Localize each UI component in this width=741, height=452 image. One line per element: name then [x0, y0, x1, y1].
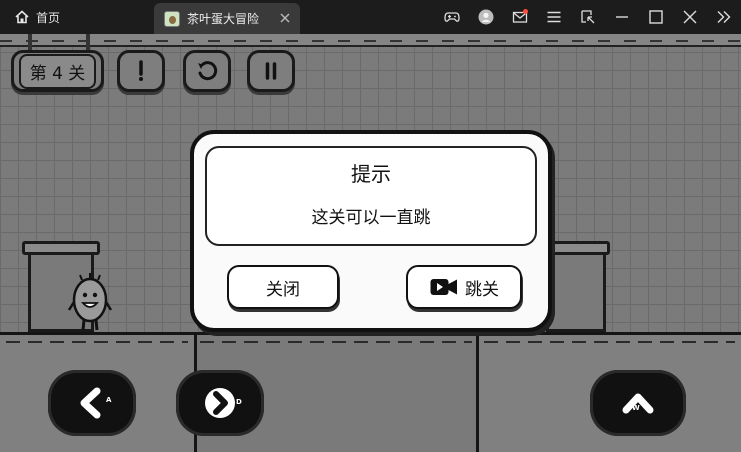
tab-close-icon[interactable]: [278, 11, 292, 25]
close-icon: [683, 10, 697, 24]
skip-button-label: 跳关: [465, 279, 499, 300]
avatar-icon: [478, 9, 494, 25]
left-key-hint: A: [106, 396, 112, 404]
close-button-label: 关闭: [266, 279, 300, 300]
home-tab[interactable]: 首页: [14, 0, 60, 34]
menu-button[interactable]: [537, 0, 571, 34]
minimize-icon: [616, 16, 628, 18]
game-tab-icon: [164, 10, 180, 27]
trash-bin: [546, 252, 606, 332]
game-tab-title: 茶叶蛋大冒险: [187, 12, 260, 26]
move-left-button[interactable]: A: [48, 370, 136, 436]
pause-button[interactable]: [247, 50, 295, 92]
sign-hanger: [86, 34, 90, 50]
exclamation-icon: [139, 60, 143, 81]
move-right-button[interactable]: D: [176, 370, 264, 436]
home-label: 首页: [36, 10, 61, 25]
ceiling: [0, 34, 741, 47]
window-titlebar: 首页 茶叶蛋大冒险: [0, 0, 741, 34]
pause-icon: [265, 62, 277, 80]
sign-hanger: [28, 34, 32, 50]
home-icon: [15, 10, 29, 24]
gamepad-button[interactable]: [435, 0, 469, 34]
account-button[interactable]: [469, 0, 503, 34]
more-icon: [717, 11, 731, 23]
trash-bin-lid: [22, 241, 100, 255]
arrow-up-icon: [622, 393, 654, 414]
pit-wall: [476, 332, 479, 452]
hint-dialog: 提示 这关可以一直跳 关闭 跳关: [190, 130, 552, 332]
maximize-button[interactable]: [639, 0, 673, 34]
maximize-icon: [649, 10, 663, 24]
mail-button[interactable]: [503, 0, 537, 34]
jump-key-hint: W: [632, 404, 640, 412]
close-window-button[interactable]: [673, 0, 707, 34]
mail-badge: [523, 9, 528, 14]
dialog-title: 提示: [351, 162, 391, 186]
hint-button[interactable]: [117, 50, 165, 92]
screenshot-button[interactable]: [571, 0, 605, 34]
jump-button[interactable]: W: [590, 370, 686, 436]
right-key-hint: D: [236, 398, 242, 406]
level-indicator: 第 4 关: [11, 50, 104, 92]
dialog-message-box: 提示 这关可以一直跳: [205, 146, 537, 246]
game-canvas[interactable]: 第 4 关 A D W 提示 这关可以一直跳 关闭 跳关: [0, 34, 741, 452]
gamepad-icon: [444, 12, 460, 22]
more-button[interactable]: [707, 0, 741, 34]
level-label: 第 4 关: [18, 53, 97, 89]
arrow-right-icon: [205, 388, 235, 418]
game-tab[interactable]: 茶叶蛋大冒险: [154, 3, 300, 34]
restart-button[interactable]: [183, 50, 231, 92]
dialog-message: 这关可以一直跳: [311, 208, 431, 228]
video-icon: [430, 279, 457, 295]
screenshot-icon: [581, 10, 595, 24]
minimize-button[interactable]: [605, 0, 639, 34]
restart-icon: [198, 61, 218, 81]
egg-character: [68, 273, 112, 331]
menu-icon: [547, 11, 561, 23]
dialog-close-button[interactable]: 关闭: [227, 265, 339, 309]
skip-level-button[interactable]: 跳关: [406, 265, 522, 309]
